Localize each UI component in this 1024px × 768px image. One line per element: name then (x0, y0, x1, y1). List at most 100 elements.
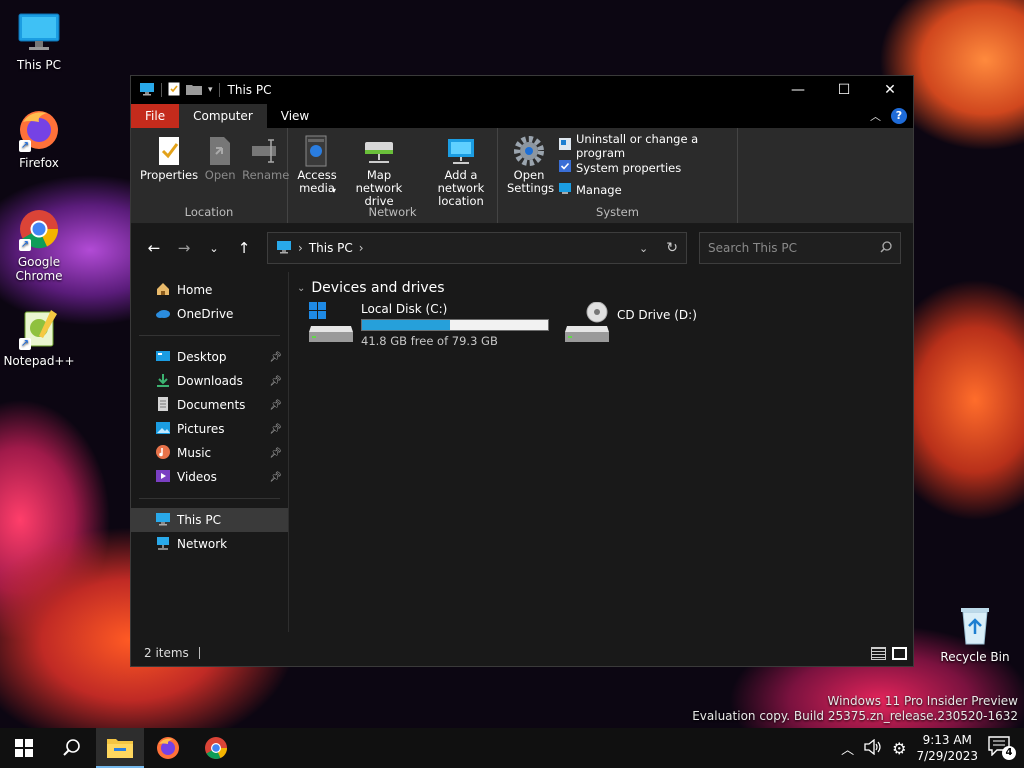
nav-item-onedrive[interactable]: OneDrive (131, 302, 288, 326)
collapse-chevron-icon[interactable]: ⌄ (297, 283, 305, 294)
open-button[interactable]: Open (201, 134, 239, 182)
nav-item-pictures[interactable]: Pictures 📌︎ (131, 417, 288, 441)
minimize-button[interactable]: — (775, 76, 821, 104)
large-icons-view-icon[interactable] (892, 646, 907, 660)
properties-small-icon[interactable] (168, 82, 180, 99)
breadcrumb-chevron-icon[interactable]: › (359, 241, 364, 255)
add-network-location-button[interactable]: Add a network location (418, 134, 504, 208)
search-input[interactable] (708, 241, 868, 255)
search-box[interactable] (699, 232, 901, 264)
drive-local-disk-c[interactable]: Local Disk (C:) 41.8 GB free of 79.3 GB (309, 302, 549, 348)
firefox-icon: ↗ (17, 108, 61, 152)
search-icon[interactable] (880, 240, 892, 256)
notepad-plus-plus-icon: ↗ (17, 306, 61, 350)
customize-qat-dropdown-icon[interactable]: ▾ (208, 85, 213, 95)
show-hidden-icons-chevron-icon[interactable]: ︿ (841, 739, 854, 758)
details-view-icon[interactable] (871, 646, 886, 660)
clock[interactable]: 9:13 AM 7/29/2023 (916, 732, 978, 764)
volume-speaker-icon[interactable] (864, 738, 882, 758)
drive-usage-fill (362, 320, 450, 330)
pin-icon[interactable]: 📌︎ (269, 424, 282, 435)
new-folder-small-icon[interactable] (186, 83, 202, 98)
pin-icon[interactable]: 📌︎ (269, 472, 282, 483)
recent-locations-dropdown[interactable]: ⌄ (199, 233, 229, 263)
rename-button[interactable]: Rename (239, 134, 292, 182)
system-properties-label: System properties (576, 160, 682, 175)
nav-item-desktop[interactable]: Desktop 📌︎ (131, 345, 288, 369)
taskbar-chrome[interactable] (192, 728, 240, 768)
address-bar[interactable]: › This PC › ⌄ ↻ (267, 232, 687, 264)
downloads-arrow-icon (155, 373, 171, 390)
desktop-icon-chrome[interactable]: ↗ Google Chrome (1, 207, 77, 283)
devices-group-header[interactable]: ⌄ Devices and drives (297, 280, 905, 296)
nav-item-label: Network (177, 537, 228, 551)
tab-view[interactable]: View (267, 104, 323, 128)
desktop-icon-recycle-bin[interactable]: Recycle Bin (937, 602, 1013, 664)
desktop-folder-icon (155, 349, 171, 366)
pin-icon[interactable]: 📌︎ (269, 376, 282, 387)
close-button[interactable]: ✕ (867, 76, 913, 104)
nav-item-documents[interactable]: Documents 📌︎ (131, 393, 288, 417)
pin-icon[interactable]: 📌︎ (269, 448, 282, 459)
breadcrumb-this-pc[interactable]: This PC (309, 241, 353, 255)
tab-computer[interactable]: Computer (179, 104, 267, 128)
desktop-icon-this-pc[interactable]: This PC (1, 10, 77, 72)
nav-item-label: Videos (177, 470, 217, 484)
desktop-icon-notepad-plus-plus[interactable]: ↗ Notepad++ (1, 306, 77, 368)
nav-item-network[interactable]: Network (131, 532, 288, 556)
nav-separator (139, 335, 280, 336)
nav-item-downloads[interactable]: Downloads 📌︎ (131, 369, 288, 393)
notification-center-button[interactable]: 4 (988, 736, 1016, 760)
breadcrumb-separator-icon[interactable]: › (298, 241, 303, 255)
file-explorer-folder-icon (107, 739, 133, 758)
watermark-line-1: Windows 11 Pro Insider Preview (827, 694, 1018, 708)
taskbar-file-explorer[interactable] (96, 728, 144, 768)
properties-label: Properties (140, 168, 199, 182)
drive-cd-d[interactable]: CD Drive (D:) (565, 301, 805, 348)
taskbar-firefox[interactable] (144, 728, 192, 768)
desktop-icon-label: This PC (17, 58, 61, 72)
forward-button[interactable]: → (169, 233, 199, 263)
ribbon-group-location: Properties Open Rename Location (131, 128, 289, 223)
search-icon (63, 739, 80, 756)
uninstall-program-button[interactable]: Uninstall or change a program (558, 132, 731, 160)
address-history-dropdown-icon[interactable]: ⌄ (639, 242, 648, 255)
open-icon (204, 134, 236, 168)
this-pc-icon (155, 512, 171, 529)
monitor-icon (17, 10, 61, 54)
settings-gear-icon[interactable]: ⚙ (892, 739, 906, 758)
access-media-button[interactable]: Access media ▾ (294, 134, 340, 197)
ribbon-group-name: System (596, 205, 639, 219)
properties-button[interactable]: Properties (137, 134, 201, 182)
pin-icon[interactable]: 📌︎ (269, 352, 282, 363)
system-tray: ︿ ⚙ 9:13 AM 7/29/2023 4 (841, 732, 1024, 764)
drive-name: CD Drive (D:) (617, 308, 697, 322)
documents-icon (155, 396, 171, 414)
pin-icon[interactable]: 📌︎ (269, 400, 282, 411)
map-network-drive-button[interactable]: Map network drive (340, 134, 418, 208)
refresh-icon[interactable]: ↻ (666, 240, 678, 256)
shortcut-arrow-icon: ↗ (19, 140, 31, 152)
drive-usage-bar (361, 319, 549, 331)
back-button[interactable]: ← (139, 233, 169, 263)
nav-item-videos[interactable]: Videos 📌︎ (131, 465, 288, 489)
up-button[interactable]: ↑ (229, 233, 259, 263)
recycle-bin-icon (953, 602, 997, 646)
maximize-button[interactable]: ☐ (821, 76, 867, 104)
start-button[interactable] (0, 728, 48, 768)
tab-file[interactable]: File (131, 104, 180, 128)
system-properties-button[interactable]: System properties (558, 158, 731, 177)
nav-item-music[interactable]: Music 📌︎ (131, 441, 288, 465)
nav-item-this-pc[interactable]: This PC (131, 508, 288, 532)
collapse-ribbon-icon[interactable]: ︿ (870, 108, 881, 124)
desktop-icon-firefox[interactable]: ↗ Firefox (1, 108, 77, 170)
title-bar[interactable]: ▾ This PC — ☐ ✕ (131, 76, 913, 104)
open-settings-button[interactable]: Open Settings (504, 134, 554, 195)
pictures-icon (155, 421, 171, 438)
nav-item-home[interactable]: Home (131, 278, 288, 302)
manage-button[interactable]: Manage (558, 180, 731, 199)
network-icon (155, 536, 171, 553)
desktop-icon-label: Notepad++ (3, 354, 75, 368)
search-button[interactable] (48, 728, 96, 768)
help-icon[interactable]: ? (891, 108, 907, 124)
